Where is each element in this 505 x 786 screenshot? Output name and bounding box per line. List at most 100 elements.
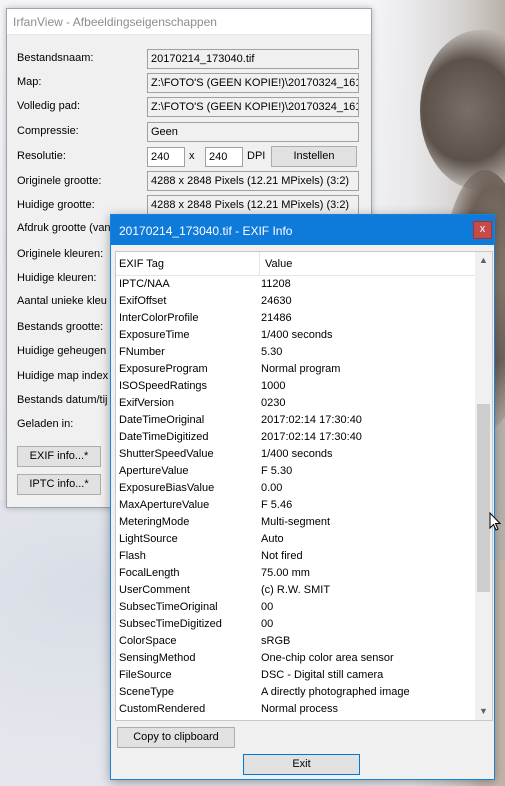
exif-value-cell: 75.00 mm <box>261 567 310 579</box>
table-row[interactable]: FocalLength 75.00 mm <box>116 565 492 582</box>
exif-value-cell: sRGB <box>261 635 291 647</box>
folder-field[interactable]: Z:\FOTO'S (GEEN KOPIE!)\20170324_161 <box>147 73 359 93</box>
exif-value-cell: 11208 <box>261 278 291 290</box>
exif-value-cell: 0.00 <box>261 482 283 494</box>
exif-value-cell: DSC - Digital still camera <box>261 669 384 681</box>
exif-value-cell: 5.30 <box>261 346 283 358</box>
exif-value-cell: (c) R.W. SMIT <box>261 584 331 596</box>
iptc-info-button[interactable]: IPTC info...* <box>17 474 101 495</box>
field-label-filename: Bestandsnaam: <box>17 52 94 64</box>
exif-title-bar: 20170214_173040.tif - EXIF Info x <box>111 215 494 245</box>
exif-value-cell: 1000 <box>261 380 286 392</box>
table-row[interactable]: ISOSpeedRatings 1000 <box>116 378 492 395</box>
scrollbar-thumb[interactable] <box>477 404 490 592</box>
exif-title: 20170214_173040.tif - EXIF Info <box>119 224 293 238</box>
exif-value-cell: 1/400 seconds <box>261 329 333 341</box>
field-label-file-size: Bestands grootte: <box>17 321 104 333</box>
field-label-original-colors: Originele kleuren: <box>17 248 104 260</box>
compression-field[interactable]: Geen <box>147 122 359 142</box>
field-label-original-size: Originele grootte: <box>17 175 102 187</box>
exif-tag-cell: ExifOffset <box>119 295 167 307</box>
table-row[interactable]: ShutterSpeedValue 1/400 seconds <box>116 446 492 463</box>
table-row[interactable]: ApertureValue F 5.30 <box>116 463 492 480</box>
exif-tag-cell: ShutterSpeedValue <box>119 448 214 460</box>
resolution-y-input[interactable]: 240 <box>205 147 243 167</box>
exif-info-window: 20170214_173040.tif - EXIF Info x EXIF T… <box>110 214 495 780</box>
table-row[interactable]: CustomRendered Normal process <box>116 701 492 718</box>
table-row[interactable]: MeteringMode Multi-segment <box>116 514 492 531</box>
exif-tag-cell: DateTimeDigitized <box>119 431 209 443</box>
table-row[interactable]: UserComment (c) R.W. SMIT <box>116 582 492 599</box>
field-label-load-time: Geladen in: <box>17 418 74 430</box>
table-row[interactable]: DateTimeOriginal 2017:02:14 17:30:40 <box>116 412 492 429</box>
table-row[interactable]: ColorSpace sRGB <box>116 633 492 650</box>
table-row[interactable]: ExposureTime 1/400 seconds <box>116 327 492 344</box>
filename-field[interactable]: 20170214_173040.tif <box>147 49 359 69</box>
table-row[interactable]: IPTC/NAA 11208 <box>116 276 492 293</box>
exif-tag-cell: LightSource <box>119 533 178 545</box>
exif-value-cell: 2017:02:14 17:30:40 <box>261 414 362 426</box>
exif-tag-cell: FNumber <box>119 346 165 358</box>
column-divider[interactable] <box>259 252 260 275</box>
column-header-value[interactable]: Value <box>265 258 292 270</box>
exif-tag-cell: ExposureBiasValue <box>119 482 215 494</box>
exit-button[interactable]: Exit <box>243 754 360 775</box>
exif-tag-cell: IPTC/NAA <box>119 278 170 290</box>
scroll-down-icon[interactable]: ▼ <box>475 703 492 720</box>
table-row[interactable]: ExposureBiasValue 0.00 <box>116 480 492 497</box>
exif-tag-cell: ExposureProgram <box>119 363 208 375</box>
exif-value-cell: Multi-segment <box>261 516 331 528</box>
resolution-separator: x <box>189 150 195 162</box>
table-row[interactable]: ExifVersion 0230 <box>116 395 492 412</box>
table-row[interactable]: DateTimeDigitized 2017:02:14 17:30:40 <box>116 429 492 446</box>
exif-tag-cell: ColorSpace <box>119 635 177 647</box>
field-label-current-size: Huidige grootte: <box>17 199 95 211</box>
exif-list-header: EXIF Tag Value <box>116 252 492 276</box>
exif-tag-cell: DateTimeOriginal <box>119 414 205 426</box>
table-row[interactable]: FileSource DSC - Digital still camera <box>116 667 492 684</box>
table-row[interactable]: FNumber 5.30 <box>116 344 492 361</box>
exif-tag-cell: SceneType <box>119 686 175 698</box>
fullpath-field[interactable]: Z:\FOTO'S (GEEN KOPIE!)\20170324_161 <box>147 97 359 117</box>
exif-tag-cell: ApertureValue <box>119 465 189 477</box>
exif-tag-cell: ExifVersion <box>119 397 175 409</box>
exif-tag-cell: ExposureTime <box>119 329 190 341</box>
exif-info-button[interactable]: EXIF info...* <box>17 446 101 467</box>
exif-value-cell: Normal process <box>261 703 339 715</box>
exif-list[interactable]: EXIF Tag Value IPTC/NAA 11208 ExifOffset 24… <box>115 251 493 721</box>
exif-tag-cell: MeteringMode <box>119 516 190 528</box>
table-row[interactable]: InterColorProfile 21486 <box>116 310 492 327</box>
exif-tag-cell: CustomRendered <box>119 703 206 715</box>
copy-to-clipboard-button[interactable]: Copy to clipboard <box>117 727 235 748</box>
exif-value-cell: 1/400 seconds <box>261 448 333 460</box>
exif-value-cell: One-chip color area sensor <box>261 652 394 664</box>
exif-value-cell: F 5.30 <box>261 465 293 477</box>
exif-value-cell: 21486 <box>261 312 292 324</box>
exif-tag-cell: SensingMethod <box>119 652 196 664</box>
table-row[interactable]: SensingMethod One-chip color area sensor <box>116 650 492 667</box>
table-row[interactable]: MaxApertureValue F 5.46 <box>116 497 492 514</box>
column-header-tag[interactable]: EXIF Tag <box>119 258 259 270</box>
current-size-field[interactable]: 4288 x 2848 Pixels (12.21 MPixels) (3:2) <box>147 195 359 215</box>
field-label-print-size: Afdruk grootte (van <box>17 222 111 234</box>
field-label-resolution: Resolutie: <box>17 150 66 162</box>
exif-value-cell: Auto <box>261 533 284 545</box>
table-row[interactable]: LightSource Auto <box>116 531 492 548</box>
table-row[interactable]: ExifOffset 24630 <box>116 293 492 310</box>
exif-tag-cell: InterColorProfile <box>119 312 199 324</box>
close-icon[interactable]: x <box>473 221 492 239</box>
scroll-up-icon[interactable]: ▲ <box>475 252 492 269</box>
vertical-scrollbar[interactable]: ▲ ▼ <box>475 252 492 720</box>
table-row[interactable]: SubsecTimeOriginal 00 <box>116 599 492 616</box>
table-row[interactable]: Flash Not fired <box>116 548 492 565</box>
table-row[interactable]: SubsecTimeDigitized 00 <box>116 616 492 633</box>
exif-value-cell: 0230 <box>261 397 286 409</box>
field-label-folder-index: Huidige map index <box>17 370 109 382</box>
table-row[interactable]: SceneType A directly photographed image <box>116 684 492 701</box>
resolution-x-input[interactable]: 240 <box>147 147 185 167</box>
exif-value-cell: A directly photographed image <box>261 686 410 698</box>
field-label-folder: Map: <box>17 76 42 88</box>
original-size-field[interactable]: 4288 x 2848 Pixels (12.21 MPixels) (3:2) <box>147 171 359 191</box>
table-row[interactable]: ExposureProgram Normal program <box>116 361 492 378</box>
set-resolution-button[interactable]: Instellen <box>271 146 357 167</box>
